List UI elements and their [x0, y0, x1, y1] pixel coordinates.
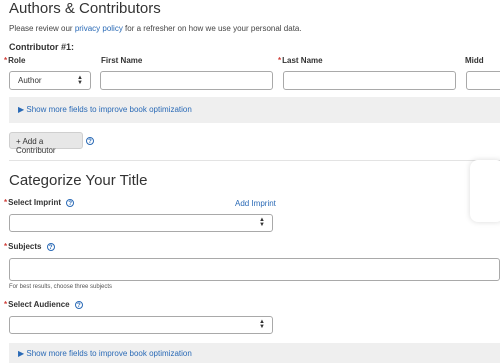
privacy-policy-link[interactable]: privacy policy — [75, 24, 123, 33]
add-contributor-button[interactable]: + Add a Contributor — [9, 132, 83, 155]
privacy-notice-suffix: for a refresher on how we use your perso… — [122, 24, 302, 33]
imprint-label: *Select Imprint ? — [4, 198, 75, 207]
imprint-label-text: Select Imprint — [8, 198, 62, 207]
section-divider — [9, 160, 500, 161]
contributor-title: Contributor #1: — [9, 42, 74, 52]
help-icon[interactable]: ? — [46, 242, 55, 251]
middle-name-label: Midd — [465, 56, 484, 65]
show-more-band-categorize: ▶ Show more fields to improve book optim… — [9, 343, 500, 363]
role-label: *Role — [4, 56, 25, 65]
show-more-fields-link[interactable]: ▶ Show more fields to improve book optim… — [18, 349, 192, 358]
role-label-text: Role — [8, 56, 26, 65]
required-marker: * — [4, 198, 8, 207]
first-name-input[interactable] — [100, 71, 273, 90]
help-icon[interactable]: ? — [74, 300, 83, 309]
help-icon[interactable]: ? — [86, 137, 94, 145]
last-name-label-text: Last Name — [282, 56, 323, 65]
add-contributor-label: + Add a Contributor — [16, 137, 56, 155]
audience-label: *Select Audience ? — [4, 300, 83, 309]
middle-name-input[interactable] — [466, 71, 500, 90]
select-caret-icon: ▲ ▼ — [259, 217, 265, 228]
privacy-notice-prefix: Please review our — [9, 24, 75, 33]
last-name-input[interactable] — [283, 71, 456, 90]
imprint-select[interactable]: ▲ ▼ — [9, 214, 273, 232]
subjects-label: *Subjects ? — [4, 242, 55, 251]
audience-label-text: Select Audience — [8, 300, 70, 309]
subjects-input[interactable] — [9, 258, 500, 281]
select-caret-icon: ▲ ▼ — [77, 74, 83, 86]
select-caret-icon: ▲ ▼ — [259, 319, 265, 330]
show-more-fields-link[interactable]: ▶ Show more fields to improve book optim… — [18, 105, 192, 114]
required-marker: * — [4, 300, 8, 309]
last-name-label: *Last Name — [278, 56, 323, 65]
show-more-band-authors: ▶ Show more fields to improve book optim… — [9, 97, 500, 123]
role-select[interactable]: Author ▲ ▼ — [9, 71, 91, 90]
audience-select[interactable]: ▲ ▼ — [9, 316, 273, 334]
subjects-hint: For best results, choose three subjects — [9, 284, 113, 290]
required-marker: * — [278, 56, 282, 65]
required-marker: * — [4, 56, 8, 65]
required-marker: * — [4, 242, 8, 251]
authors-heading: Authors & Contributors — [9, 0, 161, 17]
subjects-label-text: Subjects — [8, 242, 42, 251]
role-select-value: Author — [18, 76, 42, 85]
first-name-label: First Name — [101, 56, 143, 65]
help-icon[interactable]: ? — [66, 198, 75, 207]
scroll-handle[interactable] — [470, 160, 500, 222]
add-imprint-link[interactable]: Add Imprint — [235, 199, 276, 208]
categorize-heading: Categorize Your Title — [9, 172, 148, 189]
privacy-notice: Please review our privacy policy for a r… — [9, 24, 302, 33]
